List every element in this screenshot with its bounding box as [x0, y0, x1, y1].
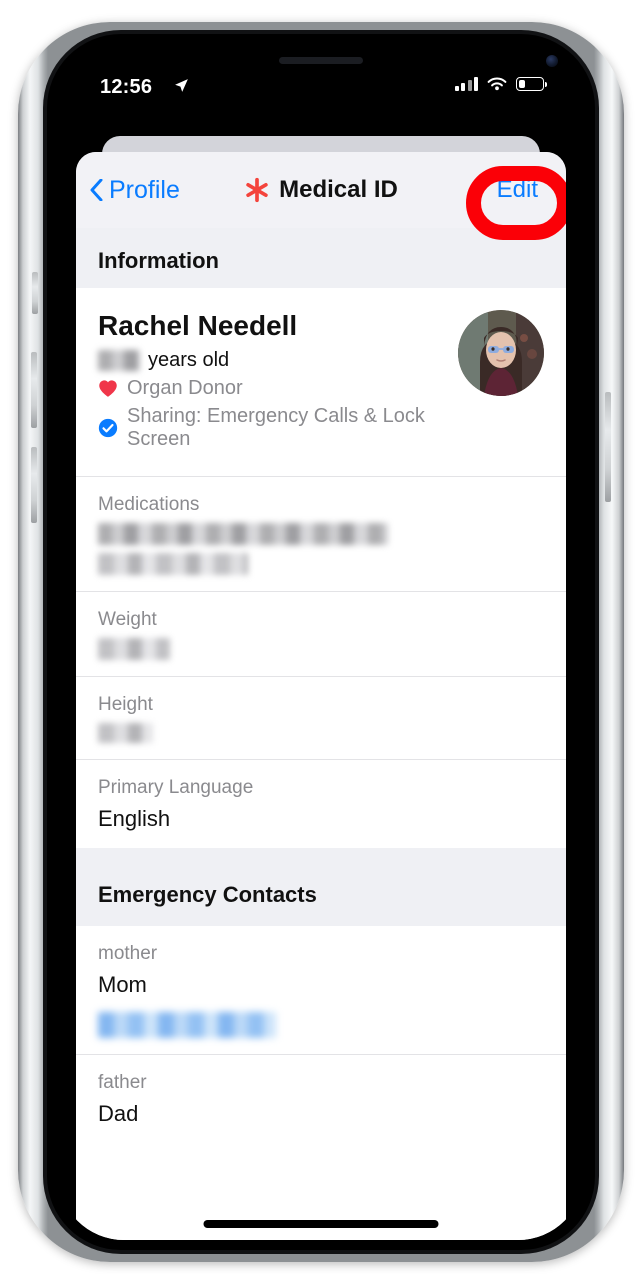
profile-details: Rachel Needell years old Organ Donor Sha… [98, 310, 444, 456]
contact-name: Mom [98, 972, 147, 997]
power-button[interactable] [605, 392, 611, 502]
phone-screen: 12:56 Profile Medical ID Edit Informatio… [58, 44, 584, 1240]
redacted-height-value [98, 723, 153, 743]
cellular-signal-icon [454, 77, 478, 91]
emergency-contacts-card: mother Mom father Dad [76, 926, 566, 1143]
home-indicator[interactable] [203, 1220, 439, 1228]
navigation-bar: Profile Medical ID Edit [76, 152, 566, 240]
row-value [98, 723, 544, 743]
user-photo-avatar [458, 310, 544, 396]
volume-down-button[interactable] [31, 447, 37, 523]
row-value [98, 523, 544, 575]
table-row[interactable]: father Dad [76, 1055, 566, 1143]
medical-id-content: Information Rachel Needell years old Org… [76, 228, 566, 1240]
table-row[interactable]: Weight [76, 592, 566, 677]
table-row[interactable]: Medications [76, 477, 566, 592]
medical-asterisk-icon [246, 177, 268, 203]
redacted-age-value [98, 350, 140, 371]
avatar[interactable] [458, 310, 544, 396]
status-time: 12:56 [100, 76, 153, 98]
contact-phone[interactable] [98, 1012, 544, 1038]
check-circle-icon [98, 418, 118, 438]
volume-up-button[interactable] [31, 352, 37, 428]
contact-name: Dad [98, 1101, 139, 1126]
redacted-medication-line-2 [98, 553, 248, 575]
mute-switch-button[interactable] [32, 272, 38, 314]
edit-button[interactable]: Edit [497, 176, 538, 204]
profile-name: Rachel Needell [98, 310, 298, 341]
iphone-device-frame: 12:56 Profile Medical ID Edit Informatio… [18, 22, 624, 1262]
row-label: Weight [98, 609, 157, 630]
emergency-contacts-section-header: Emergency Contacts [76, 848, 566, 926]
row-label: Height [98, 694, 153, 715]
contact-relationship: father [98, 1072, 147, 1093]
front-camera-icon [546, 55, 558, 67]
table-row[interactable]: Height [76, 677, 566, 760]
row-value: English [98, 806, 171, 831]
organ-donor-label: Organ Donor [127, 377, 243, 399]
page-title-label: Medical ID [279, 176, 398, 203]
information-section-header: Information [76, 228, 566, 288]
organ-donor-line: Organ Donor [98, 377, 444, 400]
table-row[interactable]: Primary Language English [76, 760, 566, 848]
profile-summary-row: Rachel Needell years old Organ Donor Sha… [76, 288, 566, 477]
redacted-phone-number [98, 1012, 276, 1038]
earpiece-speaker [279, 57, 363, 64]
contact-relationship: mother [98, 943, 158, 964]
row-label: Medications [98, 494, 200, 515]
heart-icon [99, 380, 117, 397]
page-title: Medical ID [76, 176, 566, 204]
age-suffix-label: years old [148, 349, 230, 371]
sharing-label: Sharing: Emergency Calls & Lock Screen [127, 405, 425, 450]
redacted-medication-line-1 [98, 523, 388, 545]
sharing-line: Sharing: Emergency Calls & Lock Screen [98, 405, 444, 451]
redacted-weight-value [98, 638, 170, 660]
wifi-icon [487, 77, 507, 91]
location-arrow-icon [175, 79, 188, 92]
information-card: Rachel Needell years old Organ Donor Sha… [76, 288, 566, 848]
battery-low-icon [516, 77, 547, 91]
row-value [98, 638, 544, 660]
row-label: Primary Language [98, 777, 254, 798]
status-indicators [454, 76, 547, 92]
table-row[interactable]: mother Mom [76, 926, 566, 1055]
profile-age: years old [98, 349, 444, 372]
medical-id-sheet: Profile Medical ID Edit Information Rach… [76, 152, 566, 1240]
